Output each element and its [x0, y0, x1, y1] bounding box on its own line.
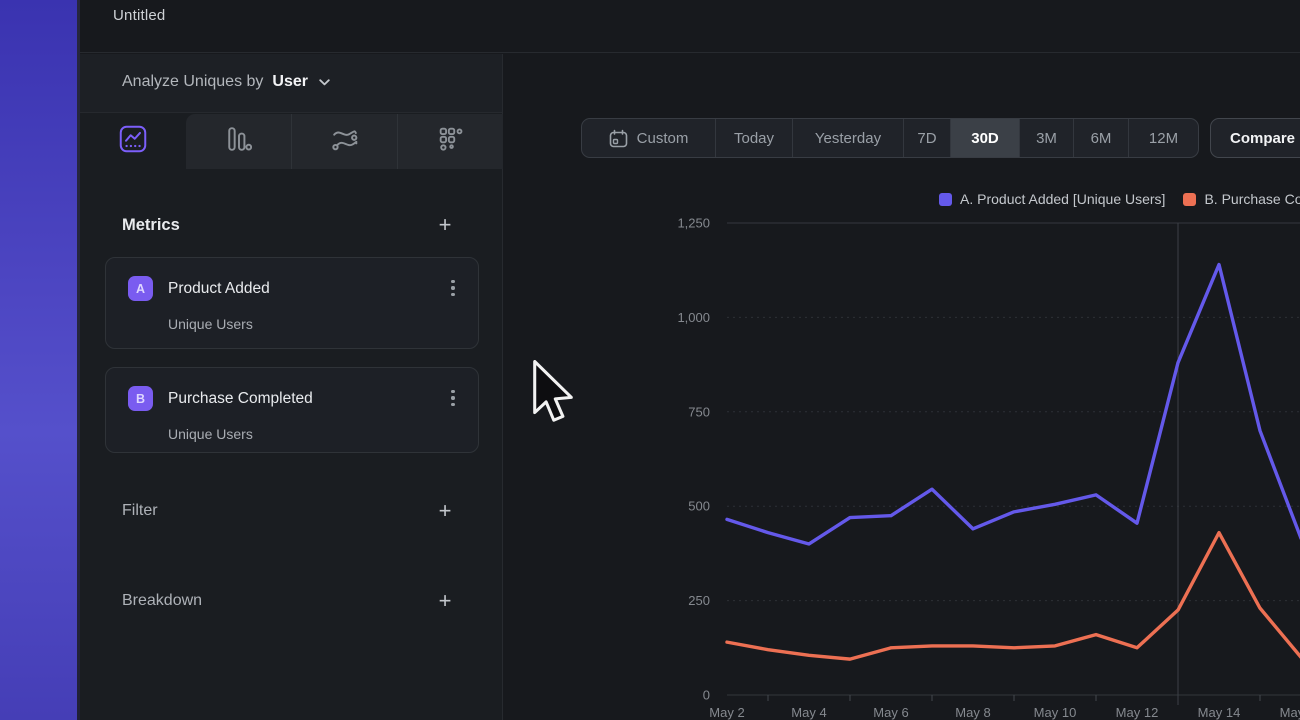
- metric-title: Product Added: [168, 280, 270, 298]
- line-chart: 0 250 500 750 1,000 1,250 May 2 May 4 May 6 May 8…: [503, 54, 1300, 720]
- metric-card-a[interactable]: A Product Added Unique Users: [105, 257, 479, 349]
- filter-label: Filter: [122, 502, 158, 520]
- tab-insights[interactable]: [80, 114, 186, 169]
- window-background-strip: [0, 0, 80, 720]
- chart-panel: CustomTodayYesterday7D30D3M6M12M Compare…: [503, 54, 1300, 720]
- svg-text:May 4: May 4: [791, 705, 826, 720]
- analyze-row: Analyze Uniques by User: [80, 54, 502, 113]
- report-title[interactable]: Untitled: [113, 7, 165, 24]
- analyze-label: Analyze Uniques by: [122, 73, 263, 91]
- metric-letter-badge: A: [128, 276, 153, 301]
- chevron-down-icon[interactable]: [319, 73, 330, 91]
- svg-text:May 8: May 8: [955, 705, 990, 720]
- chart-type-tabs: [80, 114, 503, 169]
- svg-text:250: 250: [688, 593, 710, 608]
- svg-text:May 14: May 14: [1198, 705, 1241, 720]
- mouse-cursor: [531, 360, 575, 424]
- flows-icon: [332, 127, 358, 156]
- add-metric-button[interactable]: +: [434, 212, 456, 238]
- query-sidebar: Analyze Uniques by User: [80, 54, 503, 720]
- svg-text:May 6: May 6: [873, 705, 908, 720]
- svg-text:750: 750: [688, 404, 710, 419]
- metric-card-b[interactable]: B Purchase Completed Unique Users: [105, 367, 479, 453]
- line-chart-icon: [119, 125, 147, 158]
- metric-title: Purchase Completed: [168, 390, 313, 408]
- svg-text:May 12: May 12: [1116, 705, 1159, 720]
- app-window: Untitled Analyze Uniques by User: [80, 0, 1300, 720]
- svg-text:1,000: 1,000: [677, 310, 710, 325]
- svg-text:May 16: May 16: [1280, 705, 1300, 720]
- analyze-entity-dropdown[interactable]: User: [272, 73, 308, 91]
- svg-text:1,250: 1,250: [677, 216, 710, 231]
- kebab-menu-icon[interactable]: [444, 278, 462, 298]
- tab-funnels[interactable]: [186, 114, 291, 169]
- svg-text:0: 0: [703, 688, 710, 703]
- svg-text:May 2: May 2: [709, 705, 744, 720]
- funnel-bars-icon: [226, 127, 252, 156]
- metrics-header: Metrics: [122, 216, 180, 235]
- tab-retention[interactable]: [397, 114, 503, 169]
- breakdown-label: Breakdown: [122, 592, 202, 610]
- tab-flows[interactable]: [291, 114, 397, 169]
- svg-text:May 10: May 10: [1034, 705, 1077, 720]
- metric-measurement[interactable]: Unique Users: [168, 426, 253, 442]
- metric-measurement[interactable]: Unique Users: [168, 316, 253, 332]
- add-breakdown-button[interactable]: +: [434, 588, 456, 614]
- kebab-menu-icon[interactable]: [444, 388, 462, 408]
- metric-letter-badge: B: [128, 386, 153, 411]
- retention-dots-icon: [439, 127, 463, 156]
- svg-text:500: 500: [688, 499, 710, 514]
- add-filter-button[interactable]: +: [434, 498, 456, 524]
- top-bar: Untitled: [80, 0, 1300, 53]
